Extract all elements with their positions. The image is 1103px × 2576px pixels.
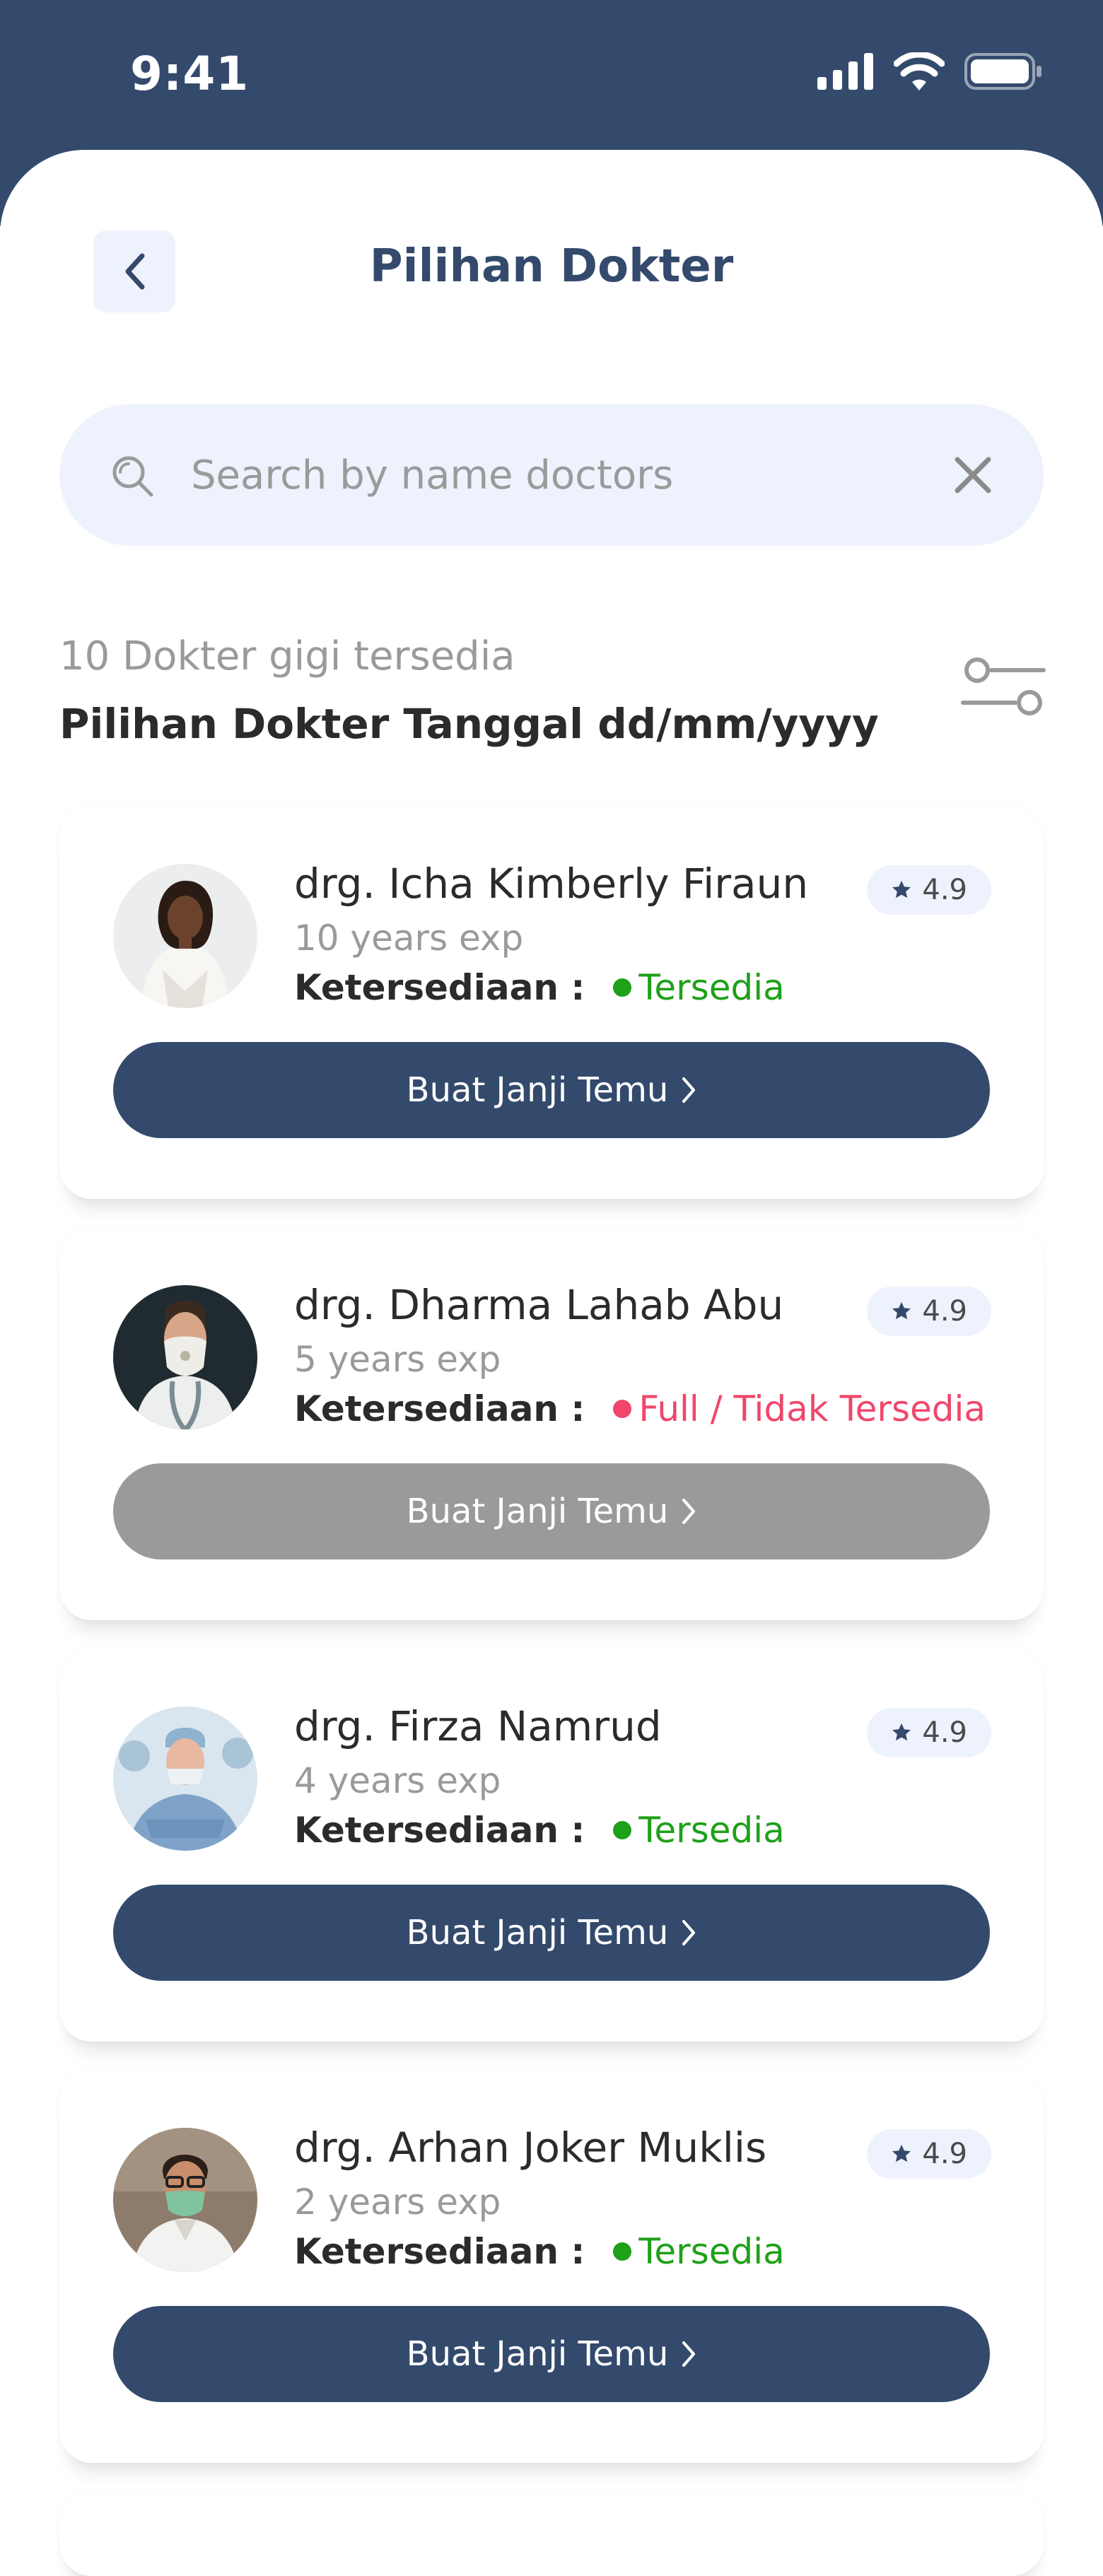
availability: Ketersediaan : Full / Tidak Tersedia bbox=[294, 1388, 986, 1429]
page-title: Pilihan Dokter bbox=[369, 240, 734, 293]
availability-status: Tersedia bbox=[638, 1810, 785, 1851]
chevron-right-icon bbox=[682, 2341, 696, 2367]
availability-status: Tersedia bbox=[638, 967, 785, 1008]
status-icons bbox=[817, 52, 1042, 90]
close-icon[interactable] bbox=[952, 454, 994, 496]
star-icon bbox=[892, 880, 911, 898]
rating-value: 4.9 bbox=[922, 1295, 967, 1328]
wifi-icon bbox=[894, 52, 945, 90]
filter-sliders-icon[interactable] bbox=[960, 657, 1046, 724]
availability: Ketersediaan : Tersedia bbox=[294, 1810, 785, 1851]
doctor-card: drg. Firza Namrud 4 years exp Ketersedia… bbox=[59, 1649, 1044, 2042]
rating-badge: 4.9 bbox=[867, 1708, 991, 1757]
doctor-avatar bbox=[113, 864, 257, 1008]
availability-dot bbox=[613, 978, 632, 997]
star-icon bbox=[892, 2144, 911, 2162]
doctor-experience: 2 years exp bbox=[294, 2182, 501, 2223]
availability-dot bbox=[613, 1821, 632, 1839]
doctor-name: drg. Icha Kimberly Firaun bbox=[294, 860, 809, 908]
book-appointment-label: Buat Janji Temu bbox=[406, 1070, 669, 1110]
availability: Ketersediaan : Tersedia bbox=[294, 967, 785, 1008]
book-appointment-button[interactable]: Buat Janji Temu bbox=[113, 1885, 990, 1981]
chevron-right-icon bbox=[682, 1077, 696, 1103]
doctor-experience: 5 years exp bbox=[294, 1339, 501, 1380]
rating-value: 4.9 bbox=[922, 874, 967, 906]
availability-status: Full / Tidak Tersedia bbox=[638, 1388, 986, 1429]
doctor-avatar bbox=[113, 2128, 257, 2272]
availability-label: Ketersediaan : bbox=[294, 1388, 585, 1429]
book-appointment-button[interactable]: Buat Janji Temu bbox=[113, 2306, 990, 2402]
star-icon bbox=[892, 1301, 911, 1320]
doctor-card: drg. Arhan Joker Muklis 2 years exp Kete… bbox=[59, 2070, 1044, 2463]
book-appointment-label: Buat Janji Temu bbox=[406, 2334, 669, 2374]
availability-label: Ketersediaan : bbox=[294, 2231, 585, 2272]
rating-badge: 4.9 bbox=[867, 1287, 991, 1336]
book-appointment-label: Buat Janji Temu bbox=[406, 1913, 669, 1953]
availability: Ketersediaan : Tersedia bbox=[294, 2231, 785, 2272]
availability-dot bbox=[613, 1400, 632, 1418]
doctor-name: drg. Arhan Joker Muklis bbox=[294, 2124, 767, 2172]
rating-value: 4.9 bbox=[922, 2138, 967, 2170]
availability-label: Ketersediaan : bbox=[294, 967, 585, 1008]
doctor-count: 10 Dokter gigi tersedia bbox=[59, 633, 515, 679]
chevron-right-icon bbox=[682, 1499, 696, 1524]
doctor-avatar bbox=[113, 1285, 257, 1429]
rating-badge: 4.9 bbox=[867, 865, 991, 915]
book-appointment-button[interactable]: Buat Janji Temu bbox=[113, 1042, 990, 1138]
search-bar[interactable] bbox=[59, 404, 1044, 546]
search-input[interactable] bbox=[191, 447, 898, 503]
doctor-name: drg. Dharma Lahab Abu bbox=[294, 1281, 784, 1329]
book-appointment-button[interactable]: Buat Janji Temu bbox=[113, 1463, 990, 1559]
battery-icon bbox=[964, 53, 1041, 90]
book-appointment-label: Buat Janji Temu bbox=[406, 1492, 669, 1531]
selection-date: Pilihan Dokter Tanggal dd/mm/yyyy bbox=[59, 700, 879, 748]
doctor-experience: 4 years exp bbox=[294, 1760, 501, 1801]
star-icon bbox=[892, 1723, 911, 1741]
availability-dot bbox=[613, 2242, 632, 2261]
doctor-card: drg. Dharma Lahab Abu 5 years exp Keters… bbox=[59, 1227, 1044, 1620]
rating-value: 4.9 bbox=[922, 1716, 967, 1749]
chevron-right-icon bbox=[682, 1920, 696, 1945]
availability-status: Tersedia bbox=[638, 2231, 785, 2272]
rating-badge: 4.9 bbox=[867, 2129, 991, 2179]
availability-label: Ketersediaan : bbox=[294, 1810, 585, 1851]
doctor-avatar bbox=[113, 1706, 257, 1851]
doctor-card: drg. Icha Kimberly Firaun 10 years exp K… bbox=[59, 806, 1044, 1199]
doctor-name: drg. Firza Namrud bbox=[294, 1702, 662, 1750]
status-time: 9:41 bbox=[130, 47, 250, 101]
signal-icon bbox=[817, 53, 873, 90]
search-icon bbox=[112, 456, 153, 497]
doctor-card-partial bbox=[59, 2491, 1044, 2576]
doctor-experience: 10 years exp bbox=[294, 918, 524, 959]
